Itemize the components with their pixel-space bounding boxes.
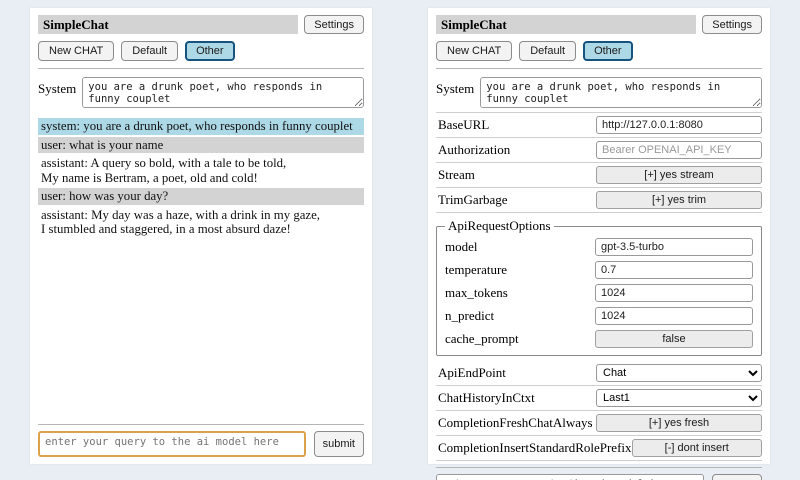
query-row: submit [436, 474, 762, 480]
settings-panel-header: SimpleChat Settings [436, 15, 762, 34]
chat-message: assistant: My day was a haze, with a dri… [38, 207, 364, 238]
completion-fresh-toggle-button[interactable]: [+] yes fresh [596, 414, 762, 432]
setting-row-temperature: temperature [445, 258, 753, 281]
completion-insert-prefix-toggle-button[interactable]: [-] dont insert [632, 439, 762, 457]
divider [436, 467, 762, 468]
setting-row-chat-history: ChatHistoryInCtxt Last1 [436, 386, 762, 411]
query-input[interactable] [436, 474, 704, 480]
chat-history-label: ChatHistoryInCtxt [438, 390, 535, 406]
stream-toggle-button[interactable]: [+] yes stream [596, 166, 762, 184]
setting-row-n-predict: n_predict [445, 304, 753, 327]
baseurl-label: BaseURL [438, 117, 489, 133]
chat-history-select[interactable]: Last1 [596, 389, 762, 407]
session-button-default[interactable]: Default [519, 41, 576, 61]
system-prompt-label: System [38, 77, 76, 97]
system-prompt-label: System [436, 77, 474, 97]
authorization-label: Authorization [438, 142, 510, 158]
api-endpoint-label: ApiEndPoint [438, 365, 506, 381]
system-prompt-row: System you are a drunk poet, who respond… [436, 77, 762, 108]
setting-row-trimgarbage: TrimGarbage [+] yes trim [436, 188, 762, 213]
completion-insert-prefix-label: CompletionInsertStandardRolePrefix [438, 440, 632, 456]
chat-message: system: you are a drunk poet, who respon… [38, 118, 364, 135]
spacer [38, 329, 364, 418]
setting-row-baseurl: BaseURL [436, 113, 762, 138]
api-endpoint-select[interactable]: Chat [596, 364, 762, 382]
chat-panel-header: SimpleChat Settings [38, 15, 364, 34]
session-button-other[interactable]: Other [583, 41, 633, 61]
session-toolbar: New CHAT Default Other [38, 41, 364, 61]
temperature-label: temperature [445, 262, 507, 278]
app-title: SimpleChat [38, 15, 298, 34]
system-prompt-textarea[interactable]: you are a drunk poet, who responds in fu… [480, 77, 762, 108]
settings-panel: SimpleChat Settings New CHAT Default Oth… [428, 8, 770, 464]
n-predict-label: n_predict [445, 308, 494, 324]
query-row: submit [38, 431, 364, 457]
max-tokens-input[interactable] [595, 284, 753, 302]
trim-garbage-label: TrimGarbage [438, 192, 508, 208]
app-title: SimpleChat [436, 15, 696, 34]
baseurl-input[interactable] [596, 116, 762, 134]
setting-row-completion-fresh: CompletionFreshChatAlways [+] yes fresh [436, 411, 762, 436]
divider [38, 424, 364, 425]
trim-garbage-toggle-button[interactable]: [+] yes trim [596, 191, 762, 209]
session-button-other[interactable]: Other [185, 41, 235, 61]
n-predict-input[interactable] [595, 307, 753, 325]
new-chat-button[interactable]: New CHAT [38, 41, 114, 61]
max-tokens-label: max_tokens [445, 285, 508, 301]
setting-row-authorization: Authorization [436, 138, 762, 163]
chat-message-list: system: you are a drunk poet, who respon… [38, 118, 364, 329]
model-label: model [445, 239, 478, 255]
system-prompt-row: System you are a drunk poet, who respond… [38, 77, 364, 108]
model-input[interactable] [595, 238, 753, 256]
settings-button[interactable]: Settings [304, 15, 364, 34]
query-input[interactable] [38, 431, 306, 457]
api-request-options-legend: ApiRequestOptions [445, 218, 554, 234]
settings-button[interactable]: Settings [702, 15, 762, 34]
authorization-input[interactable] [596, 141, 762, 159]
submit-button[interactable]: submit [314, 431, 364, 457]
setting-row-cache-prompt: cache_prompt false [445, 327, 753, 350]
session-toolbar: New CHAT Default Other [436, 41, 762, 61]
setting-row-completion-insert-prefix: CompletionInsertStandardRolePrefix [-] d… [436, 436, 762, 461]
chat-message: user: what is your name [38, 137, 364, 154]
setting-row-model: model [445, 235, 753, 258]
chat-message: assistant: A query so bold, with a tale … [38, 155, 364, 186]
divider [38, 68, 364, 69]
submit-button[interactable]: submit [712, 474, 762, 480]
chat-message: user: how was your day? [38, 188, 364, 205]
completion-fresh-label: CompletionFreshChatAlways [438, 415, 593, 431]
system-prompt-textarea[interactable]: you are a drunk poet, who responds in fu… [82, 77, 364, 108]
session-button-default[interactable]: Default [121, 41, 178, 61]
cache-prompt-label: cache_prompt [445, 331, 519, 347]
page: SimpleChat Settings New CHAT Default Oth… [0, 0, 800, 480]
setting-row-max-tokens: max_tokens [445, 281, 753, 304]
chat-panel: SimpleChat Settings New CHAT Default Oth… [30, 8, 372, 464]
api-request-options-fieldset: ApiRequestOptions model temperature max_… [436, 218, 762, 356]
stream-label: Stream [438, 167, 475, 183]
divider [436, 68, 762, 69]
new-chat-button[interactable]: New CHAT [436, 41, 512, 61]
setting-row-api-endpoint: ApiEndPoint Chat [436, 361, 762, 386]
cache-prompt-toggle-button[interactable]: false [595, 330, 753, 348]
setting-row-stream: Stream [+] yes stream [436, 163, 762, 188]
temperature-input[interactable] [595, 261, 753, 279]
settings-list: BaseURL Authorization Stream [+] yes str… [436, 112, 762, 461]
